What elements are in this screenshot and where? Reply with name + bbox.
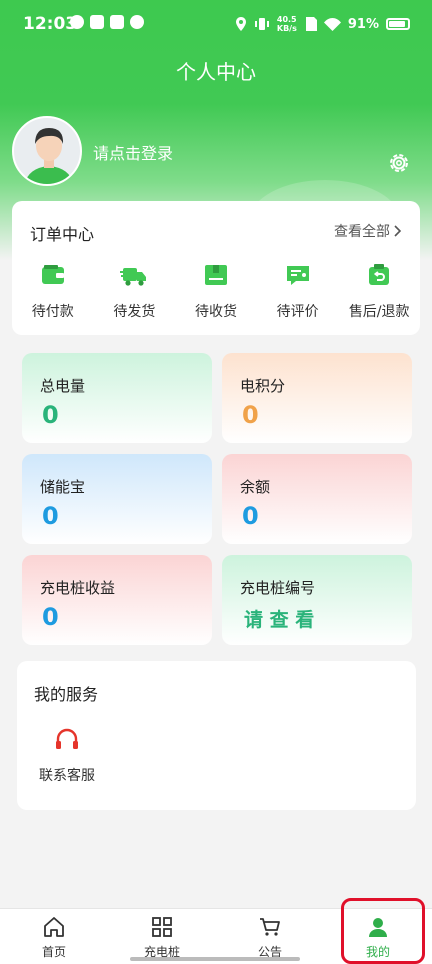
stat-label: 总电量 bbox=[40, 377, 86, 395]
net-speed: 40.5 KB/s bbox=[276, 15, 297, 33]
stat-label: 电积分 bbox=[240, 377, 286, 395]
stat-value: 0 bbox=[242, 401, 259, 429]
delivery-truck-icon bbox=[120, 268, 147, 286]
review-icon bbox=[286, 266, 309, 285]
stat-balance[interactable]: 余额 0 bbox=[222, 454, 412, 544]
view-all-label: 查看全部 bbox=[334, 224, 390, 240]
order-item-label: 售后/退款 bbox=[348, 304, 410, 320]
avatar[interactable] bbox=[12, 116, 82, 186]
view-all-orders-link[interactable]: 查看全部 bbox=[334, 221, 402, 241]
wifi-icon bbox=[323, 17, 341, 31]
order-pending-shipment[interactable]: 待发货 bbox=[94, 261, 174, 321]
tab-charger[interactable]: 充电桩 bbox=[108, 909, 216, 964]
gear-icon[interactable] bbox=[386, 150, 412, 176]
stat-value: 请 查 看 bbox=[244, 609, 315, 631]
order-item-label: 待发货 bbox=[113, 304, 156, 320]
order-item-label: 待评价 bbox=[276, 304, 319, 320]
stat-charger-earnings[interactable]: 充电桩收益 0 bbox=[22, 555, 212, 645]
location-icon bbox=[235, 17, 246, 31]
order-item-label: 待付款 bbox=[31, 304, 74, 320]
cart-icon bbox=[260, 918, 280, 936]
tab-home[interactable]: 首页 bbox=[0, 909, 108, 964]
sim-off-icon bbox=[305, 17, 317, 31]
order-item-label: 待收货 bbox=[194, 304, 237, 320]
stat-value: 0 bbox=[242, 502, 259, 530]
order-pending-receipt[interactable]: 待收货 bbox=[176, 261, 256, 321]
stat-total-power[interactable]: 总电量 0 bbox=[22, 353, 212, 443]
order-center-title: 订单中心 bbox=[30, 225, 95, 244]
status-right: 40.5 KB/s 91% bbox=[235, 15, 410, 33]
order-status-list: 待付款 待发货 待收货 待评价 售后/退款 bbox=[12, 261, 420, 321]
chat-icon bbox=[130, 15, 144, 29]
order-center-card: 订单中心 查看全部 待付款 待发货 待收货 待评价 售后/退款 bbox=[12, 201, 420, 335]
stat-energy-storage[interactable]: 储能宝 0 bbox=[22, 454, 212, 544]
login-prompt[interactable]: 请点击登录 bbox=[93, 140, 173, 164]
my-services-card: 我的服务 联系客服 bbox=[17, 661, 416, 810]
wallet-icon bbox=[41, 265, 64, 284]
tab-announcements[interactable]: 公告 bbox=[216, 909, 324, 964]
service-item-label: 联系客服 bbox=[39, 768, 95, 784]
stat-value: 0 bbox=[42, 603, 59, 631]
app-notification-icon bbox=[70, 15, 84, 29]
vibrate-icon bbox=[254, 18, 269, 30]
mail-icon bbox=[90, 15, 104, 29]
stat-label: 储能宝 bbox=[40, 478, 86, 496]
order-pending-review[interactable]: 待评价 bbox=[258, 261, 338, 321]
page-title: 个人中心 bbox=[176, 60, 256, 84]
refund-icon bbox=[369, 264, 390, 285]
headset-icon bbox=[56, 728, 78, 749]
services-title: 我的服务 bbox=[34, 685, 99, 704]
battery-percent: 91% bbox=[347, 16, 379, 32]
customer-service-button[interactable]: 联系客服 bbox=[37, 727, 97, 785]
stat-label: 充电桩编号 bbox=[240, 579, 316, 597]
grid-icon bbox=[152, 917, 172, 937]
battery-icon bbox=[386, 18, 410, 30]
home-indicator bbox=[130, 957, 300, 961]
media-icon bbox=[110, 15, 124, 29]
tab-label: 首页 bbox=[41, 945, 66, 959]
status-time: 12:03 bbox=[23, 14, 78, 34]
stat-value: 0 bbox=[42, 502, 59, 530]
home-icon bbox=[44, 917, 64, 937]
stat-label: 充电桩收益 bbox=[40, 579, 116, 597]
stat-value: 0 bbox=[42, 401, 59, 429]
order-after-sales[interactable]: 售后/退款 bbox=[339, 261, 419, 321]
chevron-right-icon bbox=[394, 225, 402, 237]
status-bar: 12:03 40.5 KB/s 91% bbox=[0, 0, 432, 50]
order-pending-payment[interactable]: 待付款 bbox=[13, 261, 93, 321]
stat-label: 余额 bbox=[240, 478, 271, 496]
package-icon bbox=[204, 265, 227, 285]
stat-charger-number[interactable]: 充电桩编号 请 查 看 bbox=[222, 555, 412, 645]
notification-icons bbox=[70, 15, 144, 29]
stat-power-points[interactable]: 电积分 0 bbox=[222, 353, 412, 443]
active-tab-highlight bbox=[341, 898, 425, 964]
